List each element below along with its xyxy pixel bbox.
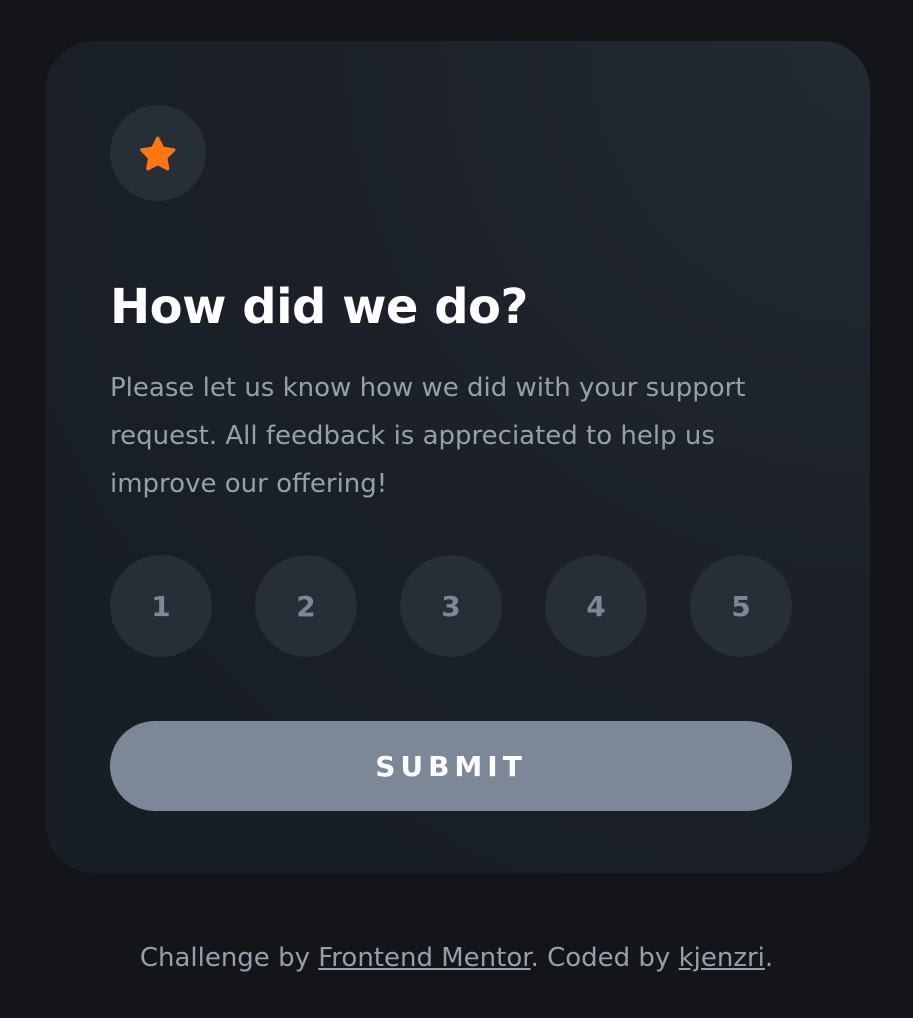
rating-button-1[interactable]: 1 [110,555,212,657]
rating-button-4[interactable]: 4 [545,555,647,657]
footer-middle: . Coded by [530,943,679,973]
card-description: Please let us know how we did with your … [110,373,746,499]
footer-prefix: Challenge by [139,943,319,973]
rating-button-2[interactable]: 2 [255,555,357,657]
rating-card: How did we do? Please let us know how we… [46,41,870,873]
attribution-footer: Challenge by Frontend Mentor. Coded by k… [0,938,913,978]
footer-suffix: . [764,943,774,973]
rating-options: 1 2 3 4 5 [110,555,792,657]
star-icon [140,136,176,171]
rating-button-5[interactable]: 5 [690,555,792,657]
submit-button[interactable]: SUBMIT [110,721,792,811]
card-title: How did we do? [110,279,528,335]
star-badge [110,105,206,201]
author-link[interactable]: kjenzri [679,943,765,973]
rating-button-3[interactable]: 3 [400,555,502,657]
frontend-mentor-link[interactable]: Frontend Mentor [318,943,530,973]
